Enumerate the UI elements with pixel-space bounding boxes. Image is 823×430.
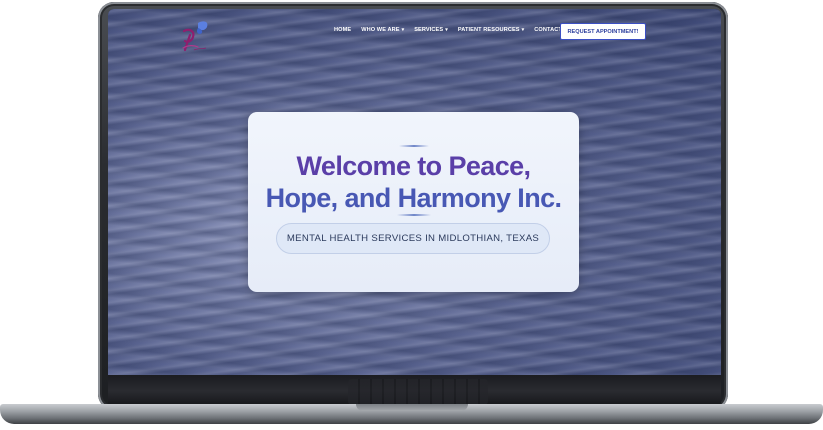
main-nav: HOME WHO WE ARE ▾ SERVICES ▾ PATIENT RESOU… [334, 27, 582, 33]
divider [397, 214, 431, 216]
hero-card: Welcome to Peace, Hope, and Harmony Inc.… [248, 112, 579, 292]
butterfly-logo-icon[interactable]: ​ [176, 19, 216, 55]
laptop-base-notch [356, 404, 468, 411]
nav-home[interactable]: HOME [334, 27, 351, 33]
hero-title-line-1: Welcome to Peace, [296, 151, 532, 181]
hero-subtitle-badge: MENTAL HEALTH SERVICES IN MIDLOTHIAN, TE… [276, 223, 550, 254]
keyboard-reflection [348, 379, 488, 405]
nav-patient-resources[interactable]: PATIENT RESOURCES ▾ [458, 27, 524, 33]
chevron-down-icon: ▾ [445, 26, 448, 33]
request-appointment-button[interactable]: REQUEST APPOINTMENT! [560, 23, 646, 40]
divider [399, 145, 429, 147]
website-viewport: ​ HOME WHO WE ARE▾ SERVICES▾ PATIENT RES… [108, 9, 721, 375]
chevron-down-icon: ▾ [401, 26, 405, 33]
laptop-screen: ​ HOME WHO WE ARE▾ SERVICES▾ PATIENT RES… [108, 9, 721, 407]
chevron-down-icon: ▾ [521, 26, 525, 33]
nav-who-we-are[interactable]: WHO WE ARE ▾ [361, 27, 404, 33]
hero-title-line-2: Hope, and Harmony Inc. [265, 183, 562, 213]
hero-title: Welcome to Peace, Hope, and Harmony Inc. [248, 150, 579, 214]
nav-services[interactable]: SERVICES ▾ [414, 27, 448, 33]
